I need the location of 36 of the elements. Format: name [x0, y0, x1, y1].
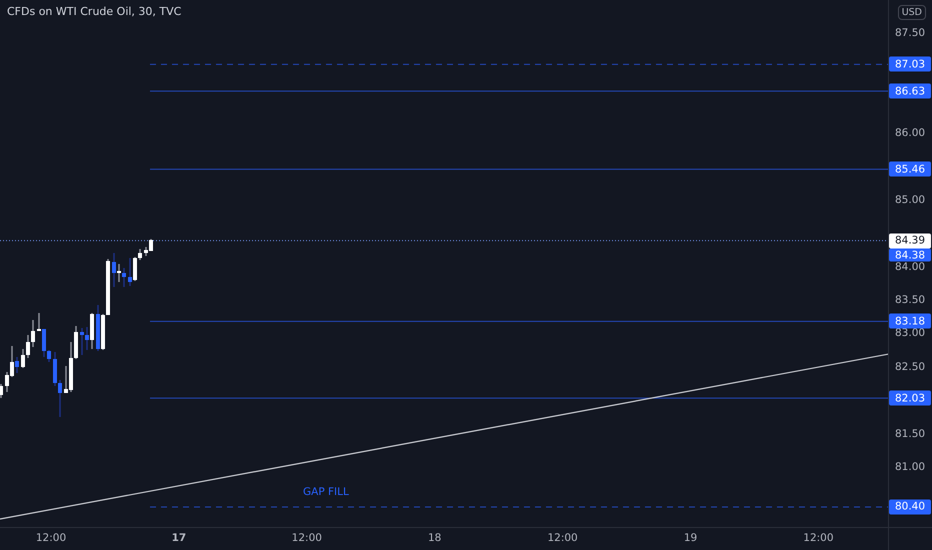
price-label: 83.18 — [889, 314, 931, 329]
price-tick: 82.50 — [895, 360, 926, 373]
price-line[interactable] — [150, 506, 888, 508]
price-label: 87.03 — [889, 56, 931, 72]
chart-annotation[interactable]: GAP FILL — [303, 486, 349, 498]
time-tick: 19 — [684, 532, 698, 544]
price-label: 82.03 — [889, 390, 931, 406]
price-label: 84.38 — [889, 248, 931, 262]
price-tick: 83.00 — [895, 327, 926, 340]
chart-title: CFDs on WTI Crude Oil, 30, TVC — [7, 5, 182, 18]
price-line[interactable] — [150, 398, 888, 399]
price-line[interactable] — [150, 320, 888, 322]
time-tick: 12:00 — [547, 532, 578, 544]
time-tick: 17 — [172, 532, 186, 544]
price-label: 80.40 — [889, 499, 931, 514]
price-tick: 83.50 — [895, 294, 926, 306]
time-tick: 12:00 — [803, 532, 834, 544]
price-line[interactable] — [150, 90, 888, 92]
price-tick: 87.50 — [895, 27, 926, 39]
trend-line[interactable] — [0, 353, 888, 520]
price-line[interactable] — [150, 168, 888, 170]
candle — [0, 384, 3, 398]
price-tick: 84.00 — [895, 260, 926, 273]
price-tick: 86.00 — [895, 127, 926, 140]
price-label: 86.63 — [889, 84, 931, 99]
price-line[interactable] — [150, 64, 888, 65]
time-tick: 12:00 — [36, 532, 66, 544]
price-label: 84.39 — [889, 233, 931, 248]
currency-label[interactable]: USD — [898, 5, 926, 20]
time-tick: 18 — [428, 532, 442, 544]
price-tick: 81.50 — [895, 428, 926, 440]
price-tick: 85.00 — [895, 194, 926, 206]
time-tick: 12:00 — [292, 532, 322, 544]
price-label: 85.46 — [889, 162, 931, 177]
price-tick: 81.00 — [895, 460, 926, 473]
chart-area[interactable]: CFDs on WTI Crude Oil, 30, TVC GAP FILL — [0, 0, 889, 528]
